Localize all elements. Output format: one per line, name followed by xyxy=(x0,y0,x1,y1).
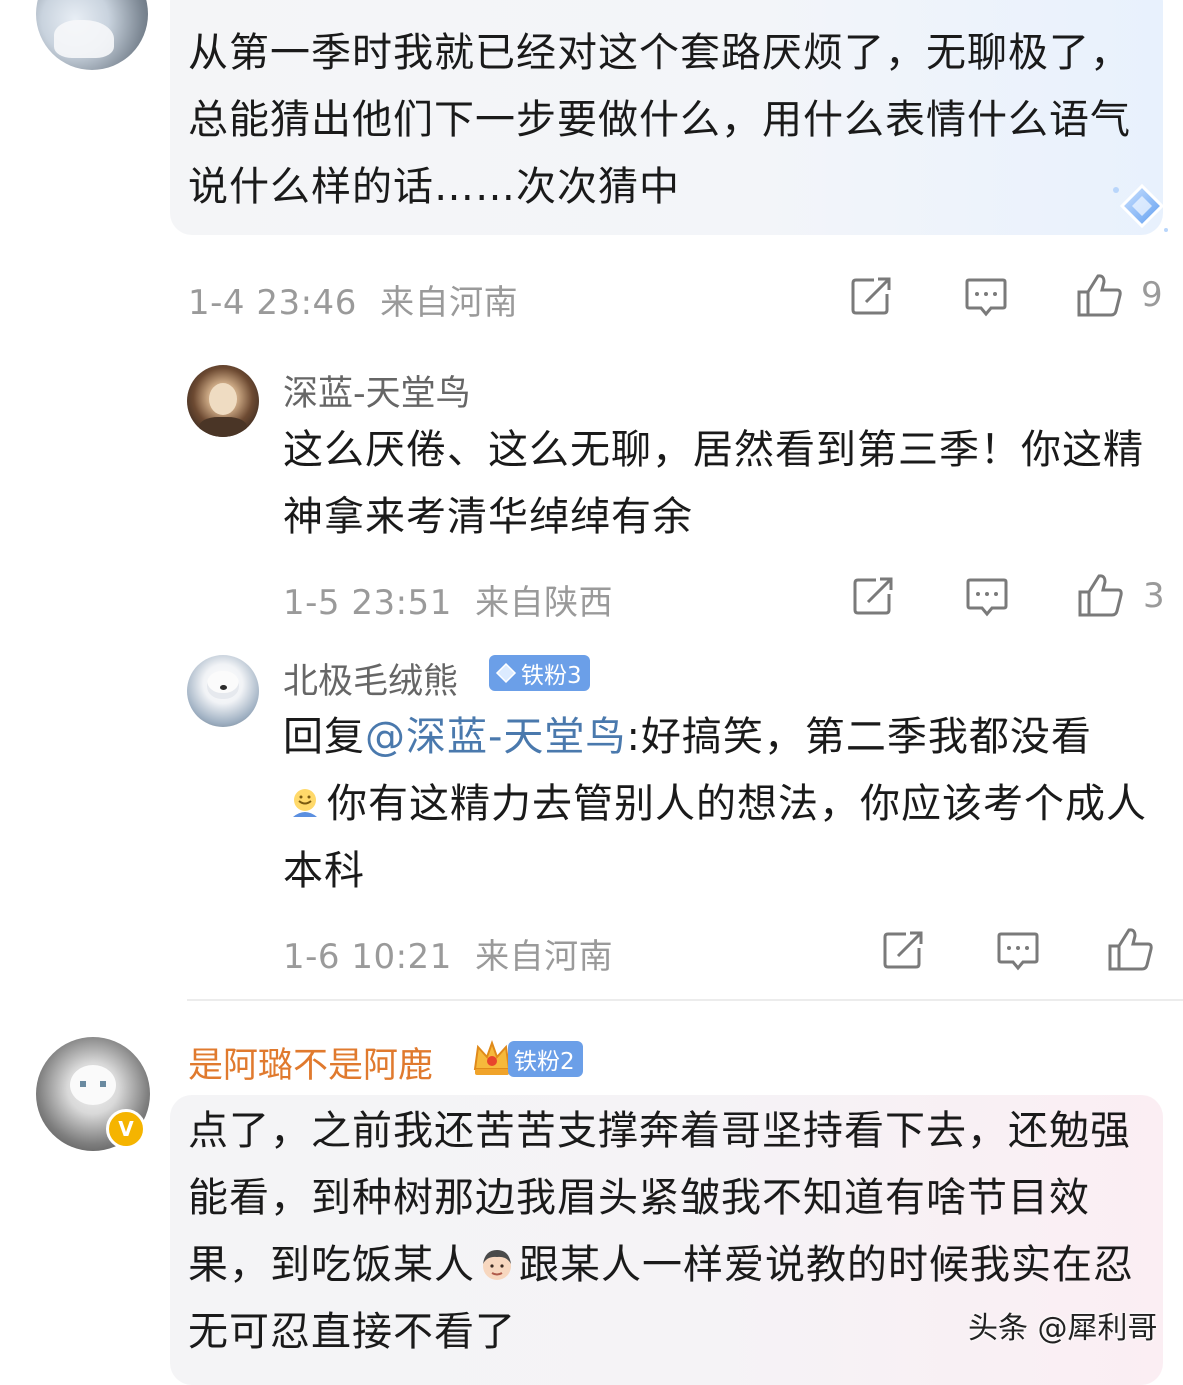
thumbs-up-icon[interactable] xyxy=(1107,926,1155,972)
comment-meta-1: 1-4 23:46 来自河南 xyxy=(188,275,518,324)
comment-location: 来自陕西 xyxy=(475,583,614,623)
comment-time: 1-4 23:46 xyxy=(188,283,357,323)
comment-location: 来自河南 xyxy=(475,937,614,977)
man-face-emoji-icon xyxy=(483,1250,511,1280)
comment-text-1: 从第一季时我就已经对这个套路厌烦了，无聊极了，总能猜出他们下一步要做什么，用什么… xyxy=(188,30,1131,210)
thumbs-up-icon[interactable] xyxy=(1076,272,1124,318)
username-beiji[interactable]: 北极毛绒熊 xyxy=(283,653,458,704)
comment-icon[interactable] xyxy=(965,576,1009,618)
share-icon[interactable] xyxy=(852,576,896,616)
comment-meta-3: 1-6 10:21 来自河南 xyxy=(283,929,613,978)
diamond-icon xyxy=(495,662,517,684)
comment-icon[interactable] xyxy=(996,930,1040,972)
comment-icon[interactable] xyxy=(964,276,1008,318)
username-alu[interactable]: 是阿璐不是阿鹿 xyxy=(188,1037,433,1088)
fan-badge: 铁粉2 xyxy=(508,1041,583,1077)
thumbs-up-icon[interactable] xyxy=(1077,572,1125,618)
reply-prefix: 回复 xyxy=(283,714,365,760)
fan-badge: 铁粉3 xyxy=(489,655,590,691)
watermark: 头条 @犀利哥 xyxy=(968,1311,1158,1346)
comment-text-3: 回复@深蓝-天堂鸟:好搞笑，第二季我都没看 你有这精力去管别人的想法，你应该考个… xyxy=(283,704,1173,905)
share-icon[interactable] xyxy=(882,930,926,970)
verified-v-icon: V xyxy=(106,1109,146,1149)
like-count: 3 xyxy=(1143,576,1165,616)
share-icon[interactable] xyxy=(850,276,894,316)
comment-text-2: 这么厌倦、这么无聊，居然看到第三季！你这精神拿来考清华绰绰有余 xyxy=(283,427,1144,540)
username-shenlan[interactable]: 深蓝-天堂鸟 xyxy=(283,365,471,416)
mention-link[interactable]: @深蓝-天堂鸟 xyxy=(365,714,626,760)
thread-divider xyxy=(187,999,1183,1001)
reply-text-a: :好搞笑，第二季我都没看 xyxy=(626,714,1092,760)
comment-meta-2: 1-5 23:51 来自陕西 xyxy=(283,575,613,624)
fan-badge-label: 铁粉3 xyxy=(521,663,582,689)
comment-time: 1-5 23:51 xyxy=(283,583,452,623)
avatar-shenlan[interactable] xyxy=(187,365,259,437)
sweat-smile-emoji-icon xyxy=(293,789,317,817)
like-count: 9 xyxy=(1141,275,1163,315)
comment-time: 1-6 10:21 xyxy=(283,937,452,977)
reply-text-b: 你有这精力去管别人的想法，你应该考个成人本科 xyxy=(283,781,1147,894)
comment-location: 来自河南 xyxy=(380,283,519,323)
avatar-top-commenter[interactable] xyxy=(36,0,148,70)
avatar-beiji[interactable] xyxy=(187,655,259,727)
fan-badge-label: 铁粉2 xyxy=(514,1049,575,1075)
